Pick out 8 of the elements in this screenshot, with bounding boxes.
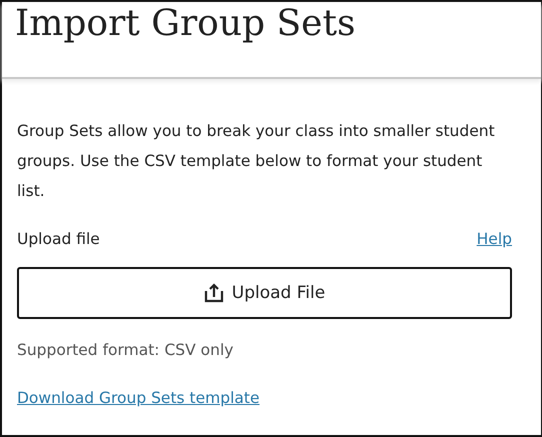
- help-link[interactable]: Help: [476, 228, 512, 252]
- description-text: Group Sets allow you to break your class into smaller student groups. Use the CSV template below to format your student list.: [17, 121, 496, 202]
- format-note: Supported format: CSV only: [17, 340, 234, 362]
- upload-label: Upload file: [17, 229, 100, 250]
- upload-icon: [204, 283, 224, 304]
- download-template-link[interactable]: Download Group Sets template: [17, 388, 260, 406]
- page-title: Import Group Sets: [15, 2, 356, 46]
- upload-file-button[interactable]: Upload File: [17, 267, 512, 320]
